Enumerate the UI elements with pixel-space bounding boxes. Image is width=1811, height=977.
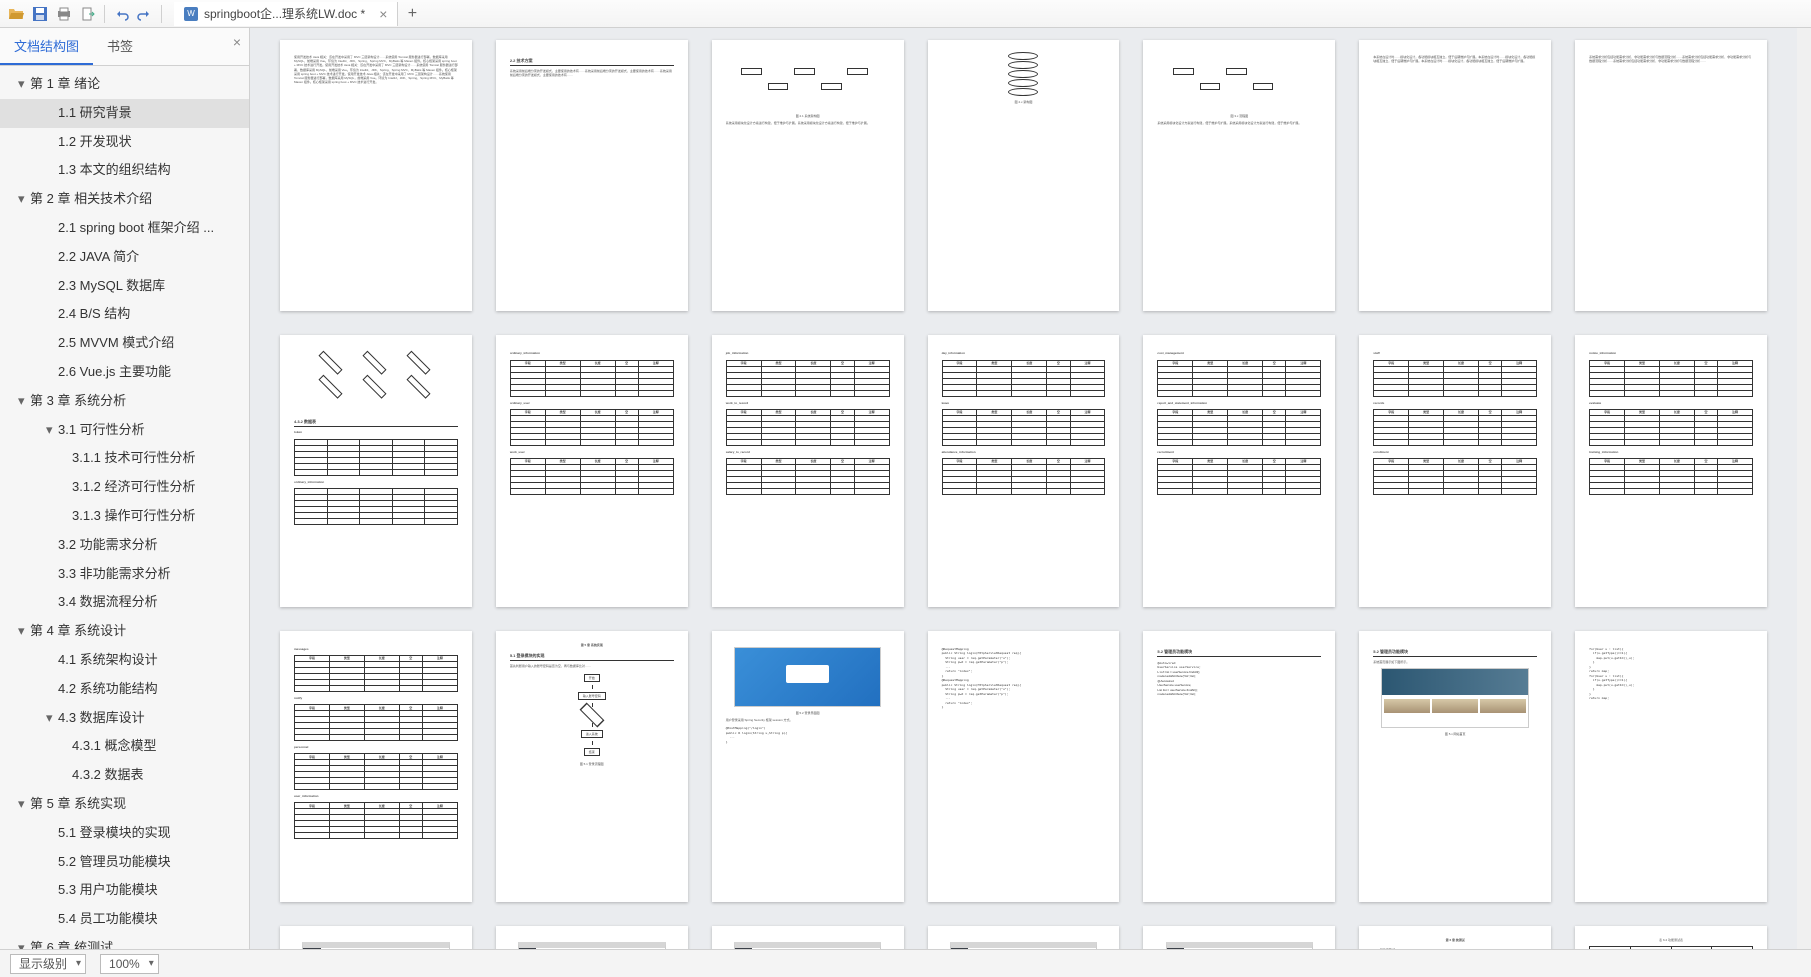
outline-item[interactable]: 4.3.2 数据表 bbox=[0, 761, 249, 790]
zoom-combo[interactable]: 100% bbox=[100, 954, 159, 974]
page-thumbnail[interactable]: 图 5.x 员工信息列表管理员可对该模块数据进行增删改查操作。图 5.x 考勤打… bbox=[1143, 926, 1335, 949]
outline-item[interactable]: 1.3 本文的组织结构 bbox=[0, 156, 249, 185]
outline-item[interactable]: 5.4 员工功能模块 bbox=[0, 905, 249, 934]
outline-item[interactable]: 3.2 功能需求分析 bbox=[0, 531, 249, 560]
sidebar-tab-outline[interactable]: 文档结构图 bbox=[0, 28, 93, 65]
page-thumbnail[interactable]: 2.2 技术方案系统采用前后端分离的开发模式，主要使用的技术有……系统采用前后端… bbox=[496, 40, 688, 311]
outline-item[interactable]: 1.2 开发现状 bbox=[0, 128, 249, 157]
folder-open-icon[interactable] bbox=[7, 5, 25, 23]
page-scroller[interactable]: 使用开发技术 Java 相关：该在开发中采用了 MVC 三层架构设计……系统使用… bbox=[250, 28, 1811, 949]
outline-item[interactable]: 3.1.2 经济可行性分析 bbox=[0, 473, 249, 502]
document-outline[interactable]: ▾第 1 章 绪论1.1 研究背景1.2 开发现状1.3 本文的组织结构▾第 2… bbox=[0, 66, 249, 949]
page-thumbnail[interactable]: 第 5 章 系统实现5.1 登录模块的实现首先判断用户输入的账号密码是否为空，再… bbox=[496, 631, 688, 902]
outline-item[interactable]: 2.3 MySQL 数据库 bbox=[0, 272, 249, 301]
page-thumbnail[interactable]: 5.2 管理员功能模块系统首页展示如下图所示。图 5.x 网站首页 bbox=[1359, 631, 1551, 902]
doc-tab-title: springboot企...理系统LW.doc * bbox=[204, 5, 365, 22]
page-thumbnail[interactable]: job_information字段类型长度空注释work_to_record字段… bbox=[712, 335, 904, 606]
page-thumbnail[interactable]: 5.2 管理员功能模块@Autowired UserService userSe… bbox=[1143, 631, 1335, 902]
top-toolbar: W springboot企...理系统LW.doc * × + bbox=[0, 0, 1811, 28]
outline-item[interactable]: 2.2 JAVA 简介 bbox=[0, 243, 249, 272]
outline-item[interactable]: 2.6 Vue.js 主要功能 bbox=[0, 358, 249, 387]
outline-item[interactable]: 2.1 spring boot 框架介绍 ... bbox=[0, 214, 249, 243]
page-thumbnail[interactable]: day_information字段类型长度空注释leave字段类型长度空注释at… bbox=[928, 335, 1120, 606]
undo-icon[interactable] bbox=[112, 5, 130, 23]
outline-item[interactable]: ▾第 6 章 统测试 bbox=[0, 934, 249, 949]
page-thumbnail[interactable]: 图 3.x 流程图系统采用模块化设计方案进行构建，便于维护与扩展。系统采用模块化… bbox=[1143, 40, 1335, 311]
document-tabs: W springboot企...理系统LW.doc * × + bbox=[174, 0, 422, 27]
save-icon[interactable] bbox=[31, 5, 49, 23]
sidebar: 文档结构图 书签 × ▾第 1 章 绪论1.1 研究背景1.2 开发现状1.3 … bbox=[0, 28, 250, 949]
export-icon[interactable] bbox=[79, 5, 97, 23]
word-doc-icon: W bbox=[184, 7, 198, 21]
page-thumbnail[interactable]: 图 5.2 登录界面图用户登录采用 Spring Security 框架 ses… bbox=[712, 631, 904, 902]
page-thumbnail[interactable]: cost_management字段类型长度空注释report_and_state… bbox=[1143, 335, 1335, 606]
page-thumbnail[interactable]: 图 5.x 招聘信息列表5.3 员工功能模块图 5.x 岗位信息详情 bbox=[928, 926, 1120, 949]
page-thumbnail[interactable]: 使用开发技术 Java 相关：该在开发中采用了 MVC 三层架构设计……系统使用… bbox=[280, 40, 472, 311]
outline-level-combo[interactable]: 显示级别 bbox=[10, 954, 86, 974]
page-thumbnail[interactable]: for(User u : list){ if(u.getType()==1){ … bbox=[1575, 631, 1767, 902]
sidebar-close-icon[interactable]: × bbox=[233, 34, 241, 50]
outline-item[interactable]: 4.3.1 概念模型 bbox=[0, 732, 249, 761]
page-thumbnail[interactable]: 图 5.x 员工管理列表管理员可对该模块数据进行增删改查操作。图 5.x 部门管… bbox=[280, 926, 472, 949]
print-icon[interactable] bbox=[55, 5, 73, 23]
page-thumbnail[interactable]: 图 5.x 薪资管理列表管理员可对该模块数据进行增删改查操作。图 5.x 薪资详… bbox=[496, 926, 688, 949]
outline-item[interactable]: 3.1.1 技术可行性分析 bbox=[0, 444, 249, 473]
page-thumbnail[interactable]: 第 6 章 统测试6.1 测试目的测试的目的是检查系统是否满足设计要求，发现并修… bbox=[1359, 926, 1551, 949]
outline-item[interactable]: ▾第 4 章 系统设计 bbox=[0, 617, 249, 646]
page-thumbnail[interactable]: staff字段类型长度空注释records字段类型长度空注释enrollment… bbox=[1359, 335, 1551, 606]
outline-item[interactable]: 3.4 数据流程分析 bbox=[0, 588, 249, 617]
page-thumbnail[interactable]: messages字段类型长度空注释notify字段类型长度空注释personne… bbox=[280, 631, 472, 902]
outline-item[interactable]: ▾3.1 可行性分析 bbox=[0, 416, 249, 445]
page-thumbnail[interactable]: 系统需求分析包括功能需求分析、非功能需求分析与数据流程分析……系统需求分析包括功… bbox=[1575, 40, 1767, 311]
page-thumbnail[interactable]: ordinary_information字段类型长度空注释ordinary_us… bbox=[496, 335, 688, 606]
outline-item[interactable]: ▾4.3 数据库设计 bbox=[0, 704, 249, 733]
outline-item[interactable]: 1.1 研究背景 bbox=[0, 99, 249, 128]
outline-item[interactable]: 3.3 非功能需求分析 bbox=[0, 560, 249, 589]
outline-item[interactable]: ▾第 2 章 相关技术介绍 bbox=[0, 185, 249, 214]
new-tab-button[interactable]: + bbox=[402, 5, 422, 23]
pages-grid: 使用开发技术 Java 相关：该在开发中采用了 MVC 三层架构设计……系统使用… bbox=[250, 28, 1797, 949]
outline-item[interactable]: 5.2 管理员功能模块 bbox=[0, 848, 249, 877]
sidebar-tabs: 文档结构图 书签 × bbox=[0, 28, 249, 66]
doc-tab-active[interactable]: W springboot企...理系统LW.doc * × bbox=[174, 2, 398, 26]
redo-icon[interactable] bbox=[136, 5, 154, 23]
outline-item[interactable]: 4.1 系统架构设计 bbox=[0, 646, 249, 675]
close-tab-icon[interactable]: × bbox=[379, 6, 387, 22]
page-thumbnail[interactable]: 图 5.x 请假审批列表5.3 用户功能模块图 5.x 公告管理 bbox=[712, 926, 904, 949]
outline-item[interactable]: ▾第 1 章 绪论 bbox=[0, 70, 249, 99]
outline-item[interactable]: ▾第 5 章 系统实现 bbox=[0, 790, 249, 819]
outline-item[interactable]: 2.4 B/S 结构 bbox=[0, 300, 249, 329]
outline-item[interactable]: 3.1.3 操作可行性分析 bbox=[0, 502, 249, 531]
page-thumbnail[interactable]: 表 6.2 功能测试表6.3 测试结论表 6.3 界面测试表 bbox=[1575, 926, 1767, 949]
outline-item[interactable]: 4.2 系统功能结构 bbox=[0, 675, 249, 704]
page-thumbnail[interactable]: @RequestMapping public String login(Http… bbox=[928, 631, 1120, 902]
page-thumbnail[interactable]: 4.3.2 数据表tokenordinary_information bbox=[280, 335, 472, 606]
page-thumbnail[interactable]: notice_information字段类型长度空注释evaluate字段类型长… bbox=[1575, 335, 1767, 606]
page-thumbnail[interactable]: 图 2.x 架构图 bbox=[928, 40, 1120, 311]
page-thumbnail[interactable]: 图 2.1 系统架构图系统采用模块化设计方案进行构建，便于维护与扩展。系统采用模… bbox=[712, 40, 904, 311]
outline-item[interactable]: 5.3 用户功能模块 bbox=[0, 876, 249, 905]
page-thumbnail[interactable]: 本系统在设计时……模块化设计，各功能模块相互独立，便于后期维护与扩展。本系统在设… bbox=[1359, 40, 1551, 311]
status-bar: 显示级别 100% bbox=[0, 949, 1811, 977]
outline-item[interactable]: 2.5 MVVM 模式介绍 bbox=[0, 329, 249, 358]
outline-item[interactable]: ▾第 3 章 系统分析 bbox=[0, 387, 249, 416]
sidebar-tab-bookmark[interactable]: 书签 bbox=[93, 28, 147, 65]
outline-item[interactable]: 5.1 登录模块的实现 bbox=[0, 819, 249, 848]
document-view: 使用开发技术 Java 相关：该在开发中采用了 MVC 三层架构设计……系统使用… bbox=[250, 28, 1811, 949]
